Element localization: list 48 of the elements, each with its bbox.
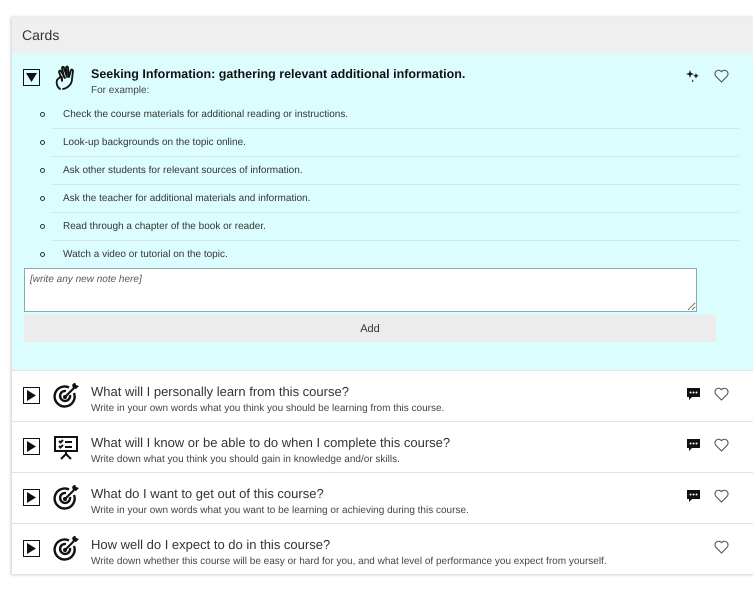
card-title: Seeking Information: gathering relevant additional information. (91, 66, 466, 83)
card-title: How well do I expect to do in this course? (91, 536, 330, 554)
target-icon (53, 383, 79, 409)
bullet-icon (40, 224, 45, 229)
collapse-toggle[interactable] (23, 69, 40, 86)
heart-icon[interactable] (714, 489, 729, 503)
bullet-icon (40, 196, 45, 201)
note-field[interactable]: [write any new note here] (24, 268, 697, 312)
list-item: Watch a video or tutorial on the topic. (63, 249, 228, 260)
caret-right-icon (26, 543, 37, 554)
heart-icon[interactable] (714, 540, 729, 554)
caret-right-icon (26, 441, 37, 452)
list-item: Read through a chapter of the book or reader. (63, 221, 266, 232)
comment-icon[interactable] (687, 388, 700, 400)
card-subtitle: Write in your own words what you want to be learning or achieving during this course. (91, 504, 469, 517)
card-subtitle: Write down what you think you should gain in knowledge and/or skills. (91, 453, 400, 466)
heart-icon[interactable] (714, 387, 729, 401)
heart-icon[interactable] (714, 438, 729, 452)
card-title: What do I want to get out of this course? (91, 485, 324, 503)
list-item: Ask other students for relevant sources of information. (63, 165, 303, 176)
caret-right-icon (26, 390, 37, 401)
expand-toggle[interactable] (23, 489, 40, 506)
list-item: Check the course materials for additional reading or instructions. (63, 109, 348, 120)
card-title: What will I know or be able to do when I complete this course? (91, 434, 450, 452)
list-item: Look-up backgrounds on the topic online. (63, 137, 246, 148)
card-subtitle: Write in your own words what you think you should be learning from this course. (91, 402, 444, 415)
add-button[interactable]: Add (24, 315, 716, 342)
comment-icon[interactable] (687, 490, 700, 502)
bullet-icon (40, 168, 45, 173)
target-icon (53, 485, 79, 511)
sparkles-icon[interactable] (686, 70, 700, 82)
caret-down-icon (26, 72, 37, 83)
card-subtitle: Write down whether this course will be easy or hard for you, and what level of performance you expect from yourself. (91, 555, 607, 568)
comment-icon[interactable] (687, 439, 700, 451)
caret-right-icon (26, 492, 37, 503)
bullet-icon (40, 140, 45, 145)
bullet-icon (40, 252, 45, 257)
expand-toggle[interactable] (23, 438, 40, 455)
panel-title: Cards (22, 27, 60, 43)
bullet-icon (40, 112, 45, 117)
list-item: Ask the teacher for additional materials and information. (63, 193, 310, 204)
presentation-board-icon (53, 434, 79, 460)
card-subtitle: For example: (91, 84, 150, 97)
heart-icon[interactable] (714, 69, 729, 83)
target-icon (53, 536, 79, 562)
expand-toggle[interactable] (23, 387, 40, 404)
expand-toggle[interactable] (23, 540, 40, 557)
card-title: What will I personally learn from this course? (91, 383, 349, 401)
